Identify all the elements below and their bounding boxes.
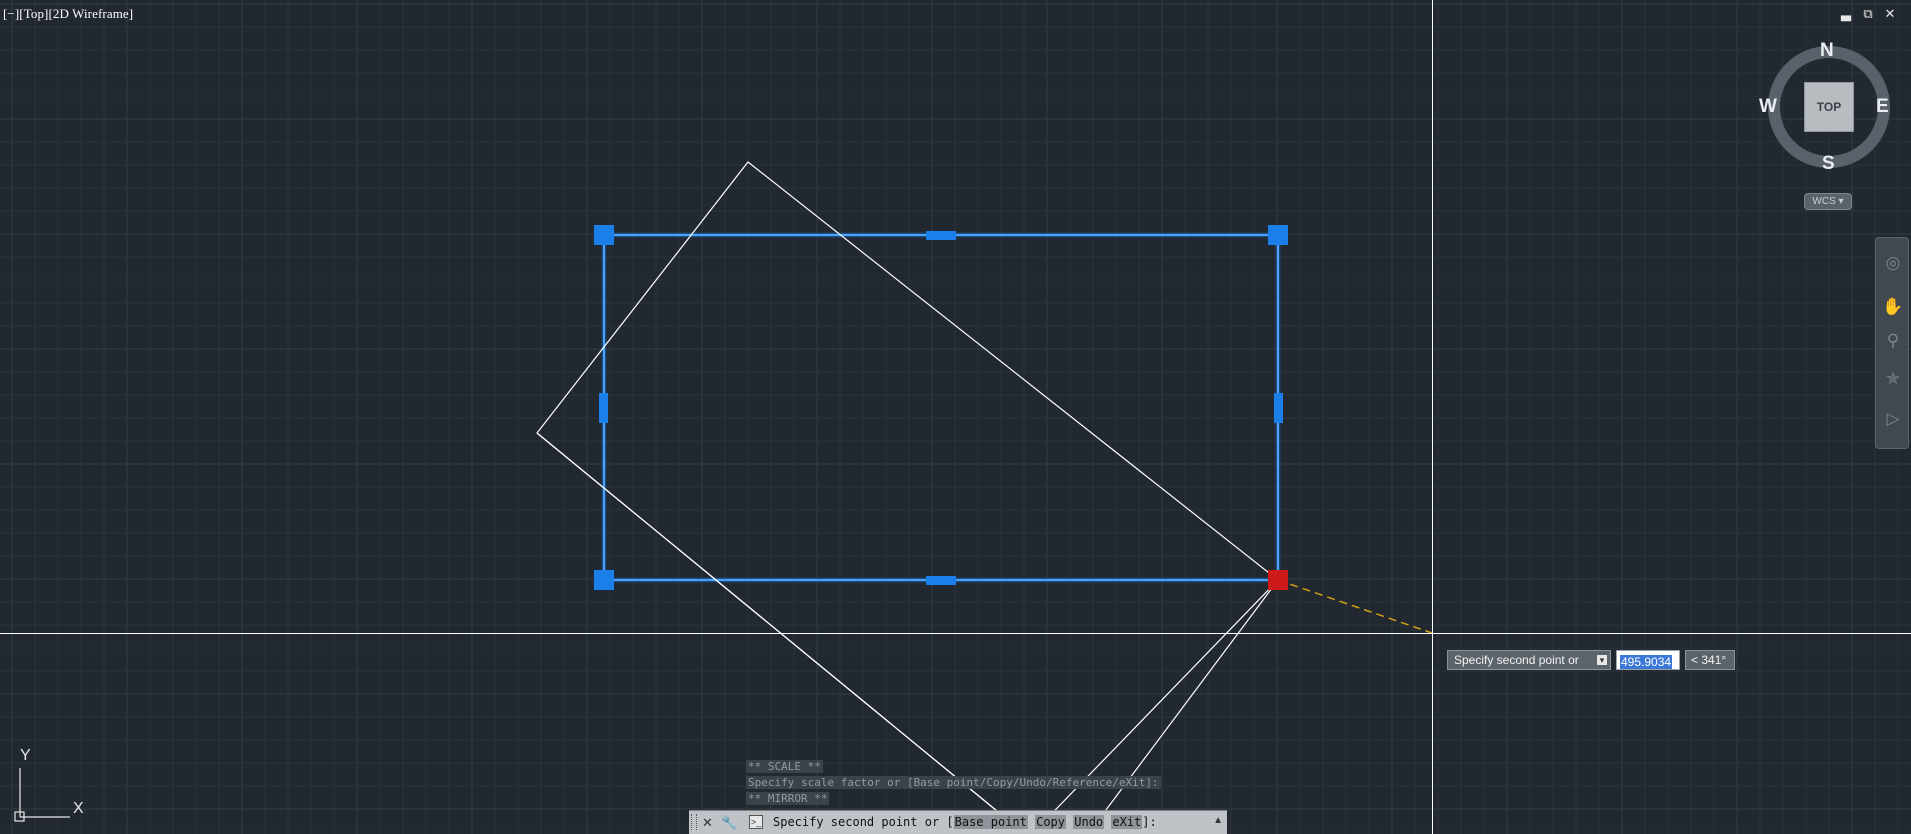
grip-corner-bottom-left[interactable] bbox=[594, 570, 614, 590]
pan-icon[interactable]: ✋ bbox=[1882, 296, 1904, 318]
grip-midpoint-top[interactable] bbox=[926, 231, 956, 240]
drawing-grid bbox=[0, 0, 1911, 834]
dynamic-input-prompt: Specify second point or ▾ bbox=[1447, 650, 1611, 670]
showmotion-icon[interactable]: ▷ bbox=[1882, 408, 1904, 430]
grip-midpoint-left[interactable] bbox=[599, 393, 608, 423]
history-line: Specify scale factor or [Base point/Copy… bbox=[746, 776, 1161, 789]
viewcube-top-face[interactable]: TOP bbox=[1804, 82, 1854, 132]
history-toggle-icon[interactable]: ▲ bbox=[1213, 815, 1223, 826]
steering-wheel-icon[interactable]: ◎ bbox=[1882, 252, 1904, 274]
grip-midpoint-right[interactable] bbox=[1274, 393, 1283, 423]
distance-input-value: 495.9034 bbox=[1620, 655, 1673, 669]
compass-east[interactable]: E bbox=[1876, 96, 1889, 118]
restore-icon[interactable]: ⧉ bbox=[1861, 7, 1875, 21]
angle-input[interactable]: < 341° bbox=[1685, 650, 1735, 670]
close-icon[interactable]: ✕ bbox=[1883, 7, 1897, 21]
grip-midpoint-bottom[interactable] bbox=[926, 576, 956, 585]
dynamic-input-prompt-text: Specify second point or bbox=[1454, 653, 1579, 667]
history-line: ** MIRROR ** bbox=[746, 792, 830, 805]
ucs-y-label: Y bbox=[20, 747, 31, 764]
selected-rectangle[interactable] bbox=[601, 232, 1281, 583]
viewcube-face-label: TOP bbox=[1816, 100, 1842, 114]
wcs-menu-button[interactable]: WCS ▾ bbox=[1804, 193, 1852, 210]
minimize-icon[interactable]: ▃ bbox=[1839, 7, 1853, 21]
option-exit[interactable]: eXit bbox=[1111, 815, 1143, 829]
command-line-text[interactable]: Specify second point or [Base point Copy… bbox=[773, 815, 1157, 829]
compass-south[interactable]: S bbox=[1822, 153, 1835, 175]
command-prefix: Specify second point or [ bbox=[773, 815, 954, 829]
options-dropdown-icon[interactable]: ▾ bbox=[1597, 655, 1607, 665]
grip-corner-top-left[interactable] bbox=[594, 225, 614, 245]
navigation-bar: ◎ ✋ ⚲ ✯ ▷ bbox=[1875, 237, 1909, 449]
command-suffix: ]: bbox=[1142, 815, 1157, 829]
customize-wrench-icon[interactable]: 🔧 bbox=[721, 814, 738, 831]
close-icon[interactable]: ✕ bbox=[699, 814, 716, 831]
viewport-window-controls: ▃ ⧉ ✕ bbox=[1839, 7, 1897, 21]
compass-west[interactable]: W bbox=[1759, 96, 1777, 118]
command-history: ** SCALE ** Specify scale factor or [Bas… bbox=[746, 760, 1161, 808]
grip-corner-top-right[interactable] bbox=[1268, 225, 1288, 245]
option-undo[interactable]: Undo bbox=[1073, 815, 1105, 829]
option-copy[interactable]: Copy bbox=[1035, 815, 1067, 829]
drag-handle[interactable] bbox=[691, 814, 697, 830]
distance-input[interactable]: 495.9034 bbox=[1616, 650, 1680, 670]
ucs-icon bbox=[14, 768, 70, 822]
preview-rectangle bbox=[536, 161, 1279, 834]
ucs-x-label: X bbox=[73, 800, 84, 817]
zoom-icon[interactable]: ⚲ bbox=[1882, 330, 1904, 352]
compass-north[interactable]: N bbox=[1820, 40, 1834, 62]
drawing-canvas[interactable] bbox=[0, 0, 1911, 834]
grip-corner-bottom-right-hot[interactable] bbox=[1268, 570, 1288, 590]
command-prompt-icon[interactable]: >_ bbox=[749, 815, 763, 829]
history-line: ** SCALE ** bbox=[746, 760, 823, 773]
command-line[interactable]: ✕ 🔧 >_ Specify second point or [Base poi… bbox=[689, 810, 1227, 834]
viewport-controls-label[interactable]: [−][Top][2D Wireframe] bbox=[3, 6, 133, 22]
orbit-icon[interactable]: ✯ bbox=[1882, 368, 1904, 390]
option-base-point[interactable]: Base point bbox=[953, 815, 1028, 829]
